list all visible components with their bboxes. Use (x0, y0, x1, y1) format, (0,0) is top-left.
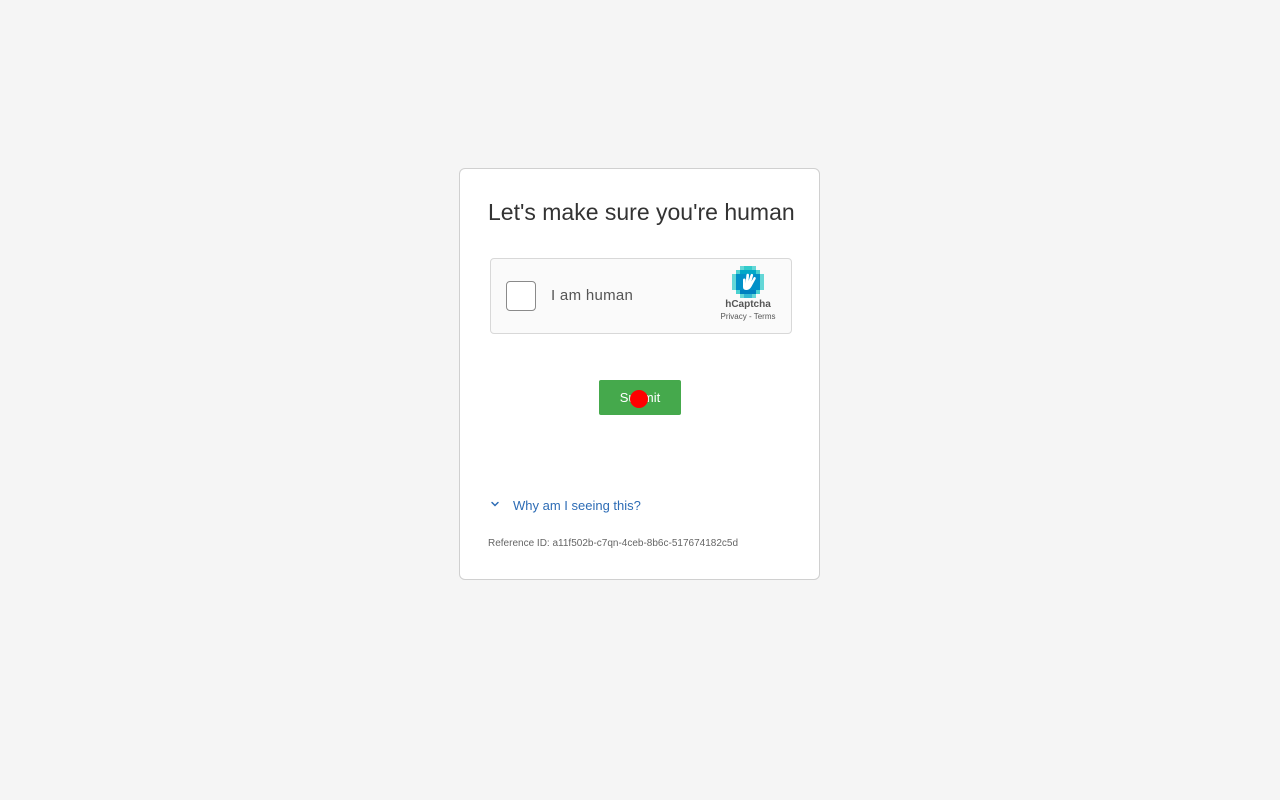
captcha-card: Let's make sure you're human I am human (459, 168, 820, 580)
hcaptcha-links: Privacy - Terms (713, 312, 783, 321)
hcaptcha-hand-icon[interactable] (731, 265, 765, 299)
human-checkbox[interactable] (506, 281, 536, 311)
chevron-down-icon (491, 501, 499, 507)
terms-link[interactable]: Terms (754, 312, 776, 321)
reference-label: Reference ID: (488, 538, 550, 549)
captcha-label: I am human (551, 287, 634, 304)
why-seeing-this-label: Why am I seeing this? (513, 498, 641, 513)
privacy-link[interactable]: Privacy (721, 312, 747, 321)
hcaptcha-widget: I am human hCaptcha Privacy - Terms (490, 258, 792, 334)
submit-button[interactable]: Submit (599, 380, 681, 415)
links-separator: - (748, 312, 752, 321)
hcaptcha-brand-name: hCaptcha (725, 299, 771, 310)
page-title: Let's make sure you're human (488, 199, 795, 225)
why-seeing-this-link[interactable]: Why am I seeing this? (490, 498, 641, 513)
reference-id: Reference ID: a11f502b-c7qn-4ceb-8b6c-51… (488, 538, 738, 549)
hcaptcha-branding: hCaptcha Privacy - Terms (713, 265, 783, 321)
reference-value: a11f502b-c7qn-4ceb-8b6c-517674182c5d (552, 538, 739, 549)
